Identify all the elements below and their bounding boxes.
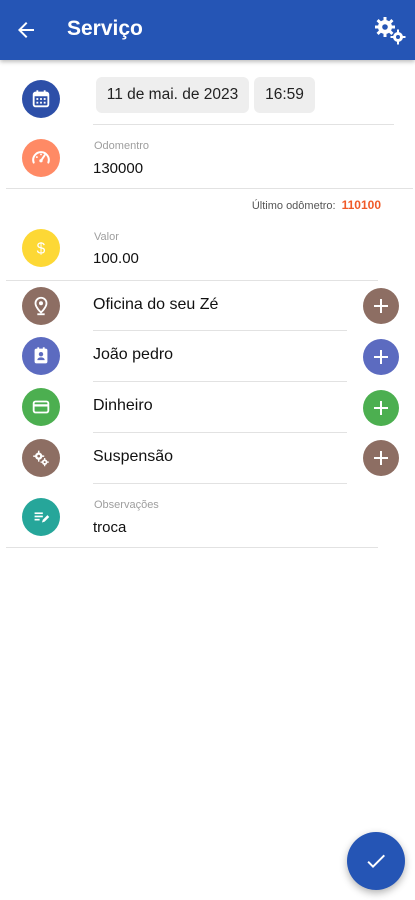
gears-icon[interactable] — [373, 12, 407, 46]
add-person-button[interactable] — [363, 339, 399, 375]
divider — [93, 432, 347, 433]
credit-card-icon — [32, 400, 50, 414]
contact-card-icon-circle — [22, 337, 60, 375]
location-pin-icon-circle — [22, 287, 60, 325]
gears-icon-circle — [22, 439, 60, 477]
divider — [93, 381, 347, 382]
save-button[interactable] — [347, 832, 405, 890]
notes-label: Observações — [94, 499, 159, 511]
add-payment-button[interactable] — [363, 390, 399, 426]
arrow-left-icon[interactable] — [14, 18, 38, 42]
svg-text:$: $ — [37, 241, 46, 258]
calendar-icon-circle — [22, 80, 60, 118]
speedometer-icon-circle — [22, 139, 60, 177]
plus-icon — [374, 401, 388, 415]
last-odometer-value: 110100 — [341, 198, 381, 212]
page-title: Serviço — [67, 17, 143, 40]
contact-card-icon — [34, 347, 48, 364]
service-type-item[interactable]: Suspensão — [93, 448, 173, 466]
notes-value[interactable]: troca — [93, 519, 126, 536]
plus-icon — [374, 299, 388, 313]
add-service-type-button[interactable] — [363, 440, 399, 476]
speedometer-icon — [32, 151, 50, 164]
time-button[interactable]: 16:59 — [254, 77, 315, 113]
date-button[interactable]: 11 de mai. de 2023 — [96, 77, 249, 113]
divider — [6, 547, 378, 548]
divider — [93, 124, 394, 125]
dollar-icon-circle: $ — [22, 229, 60, 267]
calendar-icon — [32, 90, 50, 108]
odometer-label: Odomentro — [94, 140, 150, 152]
divider — [6, 188, 413, 189]
location-pin-icon — [34, 296, 48, 316]
edit-notes-icon — [34, 512, 50, 523]
credit-card-icon-circle — [22, 388, 60, 426]
last-odometer: Último odômetro: 110100 — [252, 198, 381, 212]
odometer-value[interactable]: 130000 — [93, 160, 143, 177]
notes-icon-circle — [22, 498, 60, 536]
dollar-icon: $ — [37, 241, 46, 258]
payment-item[interactable]: Dinheiro — [93, 397, 153, 415]
gears-icon — [33, 450, 49, 467]
price-label: Valor — [94, 231, 119, 243]
check-icon — [367, 854, 385, 868]
app-bar: Serviço — [0, 0, 415, 60]
divider — [6, 280, 378, 281]
divider — [93, 483, 347, 484]
price-value[interactable]: 100.00 — [93, 250, 139, 267]
divider — [93, 330, 347, 331]
workshop-item[interactable]: Oficina do seu Zé — [93, 296, 218, 314]
plus-icon — [374, 350, 388, 364]
add-workshop-button[interactable] — [363, 288, 399, 324]
plus-icon — [374, 451, 388, 465]
last-odometer-label: Último odômetro: — [251, 200, 336, 212]
person-item[interactable]: João pedro — [93, 346, 173, 364]
